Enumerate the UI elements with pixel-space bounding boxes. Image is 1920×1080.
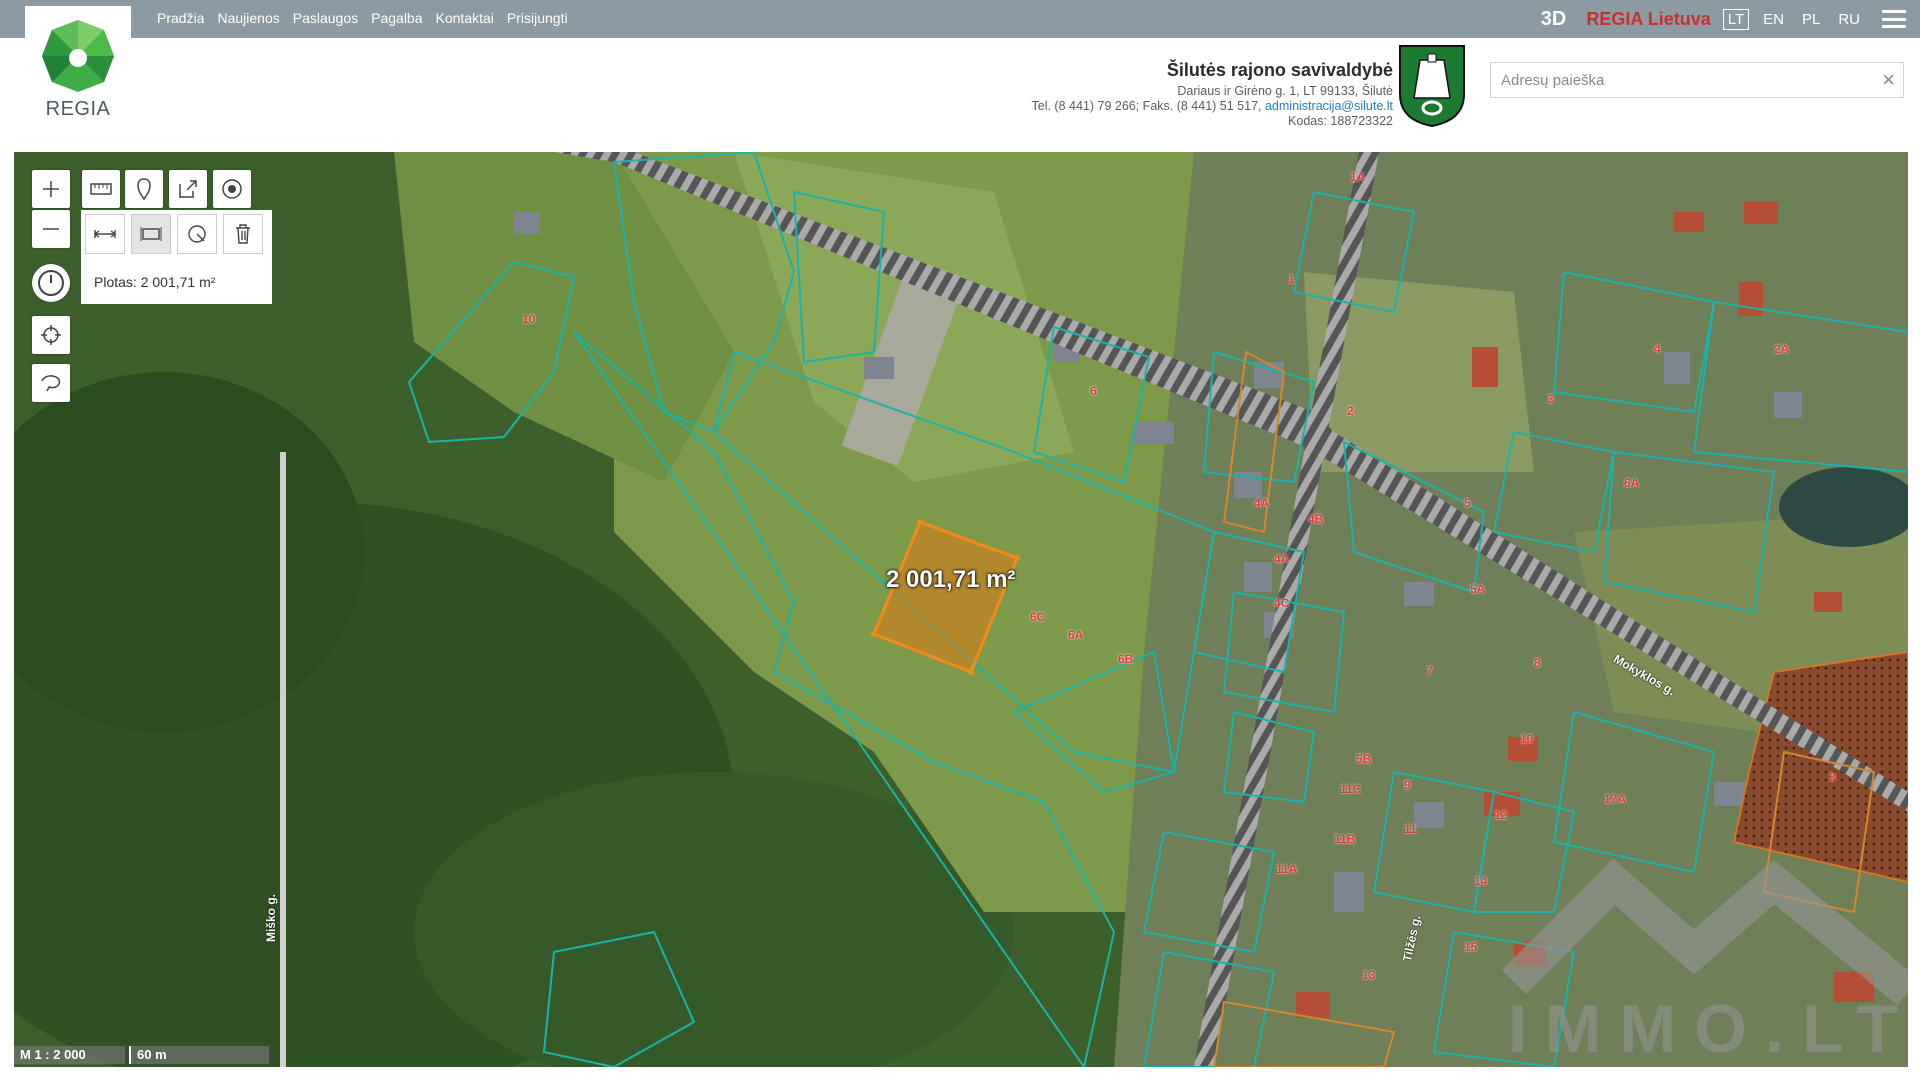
parcel-number: 1 <box>1288 272 1295 286</box>
measure-radius-button[interactable] <box>177 214 217 254</box>
regia-logo-icon <box>42 20 114 92</box>
lang-ru[interactable]: RU <box>1834 10 1864 29</box>
zoom-in-button[interactable] <box>32 170 70 208</box>
3d-button[interactable]: 3D <box>1541 8 1567 31</box>
parcel-number: 10 <box>522 312 536 326</box>
freehand-select-button[interactable] <box>32 364 70 402</box>
clock-icon <box>38 270 64 296</box>
parcel-number: 4A <box>1254 496 1270 510</box>
history-button[interactable] <box>32 264 70 302</box>
share-icon <box>179 180 197 198</box>
address-search: × <box>1490 62 1904 98</box>
street-label: Miško g. <box>264 893 278 942</box>
municipality-name: Šilutės rajono savivaldybė <box>1166 60 1393 80</box>
share-button[interactable] <box>169 170 207 208</box>
ruler-icon <box>90 183 112 195</box>
top-bar: Pradžia Naujienos Paslaugos Pagalba Kont… <box>0 0 1920 38</box>
lang-en[interactable]: EN <box>1759 10 1788 29</box>
parcel-number: 14 <box>1474 874 1488 888</box>
parcel-number: 4C <box>1274 596 1290 610</box>
parcel-number: 12 <box>1494 808 1508 822</box>
lang-pl[interactable]: PL <box>1798 10 1824 29</box>
parcel-number: 7 <box>1426 664 1433 678</box>
target-icon <box>222 179 242 199</box>
parcel-number: 17A <box>1604 792 1627 806</box>
orthophoto-map[interactable] <box>14 152 1908 1067</box>
municipality-info: Šilutės rajono savivaldybė Dariaus ir Gi… <box>1032 58 1394 129</box>
municipality-phones: Tel. (8 441) 79 266; Faks. (8 441) 51 51… <box>1031 99 1262 113</box>
map-pin-icon <box>137 178 151 200</box>
logo-text: REGIA <box>45 98 111 120</box>
zoom-out-button[interactable] <box>32 210 70 248</box>
marker-tool-button[interactable] <box>125 170 163 208</box>
parcel-number: 15 <box>1464 940 1478 954</box>
watermark: IMMO.LT <box>1508 991 1916 1067</box>
measure-distance-button[interactable] <box>85 214 125 254</box>
clear-search-icon[interactable]: × <box>1882 67 1895 93</box>
parcel-number: 2A <box>1774 342 1790 356</box>
nav-kontaktai[interactable]: Kontaktai <box>436 10 494 26</box>
lasso-icon <box>41 375 61 392</box>
crosshair-icon <box>41 325 61 345</box>
parcel-number: 1A <box>1350 170 1366 184</box>
municipality-address: Dariaus ir Girėno g. 1, LT 99133, Šilutė <box>1177 84 1393 98</box>
nav-pradzia[interactable]: Pradžia <box>157 10 204 26</box>
municipality-email-link[interactable]: administracija@silute.lt <box>1265 99 1393 113</box>
nav-prisijungti[interactable]: Prisijungti <box>507 10 568 26</box>
area-icon <box>140 227 162 241</box>
hamburger-menu-icon[interactable] <box>1882 10 1906 28</box>
measured-area-label: 2 001,71 m² <box>886 566 1016 593</box>
parcel-number: 5B <box>1356 752 1372 766</box>
distance-icon <box>93 230 117 238</box>
regia-lietuva-link[interactable]: REGIA Lietuva <box>1586 9 1710 30</box>
scale-length: 60 m <box>129 1046 269 1064</box>
radius-icon <box>188 225 206 243</box>
top-right-controls: 3D REGIA Lietuva LT EN PL RU <box>1541 0 1920 38</box>
parcel-number: 6B <box>1118 652 1134 666</box>
scale-ratio: M 1 : 2 000 <box>14 1046 125 1064</box>
nav-paslaugos[interactable]: Paslaugos <box>293 10 358 26</box>
measure-result: Plotas: 2 001,71 m² <box>94 274 216 290</box>
map-view[interactable]: 1A 1 10 6 2 3 4 5 6C 6A 6B 5A 7 8 9 10 1… <box>14 152 1908 1067</box>
parcel-number: 8 <box>1534 656 1541 670</box>
nav-naujienos[interactable]: Naujienos <box>217 10 279 26</box>
address-search-input[interactable] <box>1491 63 1871 97</box>
measure-tool-button[interactable] <box>82 170 120 208</box>
parcel-number: 4 <box>1654 342 1661 356</box>
parcel-number: 11A <box>1276 862 1298 876</box>
municipality-crest-icon <box>1399 45 1465 128</box>
parcel-number: 11C <box>1340 782 1362 796</box>
parcel-number: 6C <box>1030 610 1046 624</box>
clear-measure-button[interactable] <box>223 214 263 254</box>
scale-bar: M 1 : 2 000 60 m <box>14 1046 269 1064</box>
parcel-number: 3 <box>1547 392 1554 406</box>
parcel-number: 4B <box>1308 512 1324 526</box>
nav-pagalba[interactable]: Pagalba <box>371 10 422 26</box>
lang-lt[interactable]: LT <box>1722 8 1750 30</box>
trash-icon <box>236 224 250 244</box>
measure-area-button[interactable] <box>131 214 171 254</box>
parcel-number: 11B <box>1334 832 1356 846</box>
locate-button[interactable] <box>32 316 70 354</box>
regia-logo[interactable]: REGIA <box>25 6 131 126</box>
parcel-number: 2 <box>1347 404 1354 418</box>
parcel-number: 5A <box>1470 582 1486 596</box>
minus-icon <box>43 228 59 230</box>
point-tool-button[interactable] <box>213 170 251 208</box>
parcel-number: 9 <box>1404 778 1411 792</box>
parcel-number: 4A <box>1274 552 1290 566</box>
parcel-number: 6 <box>1090 384 1097 398</box>
municipality-code: Kodas: 188723322 <box>1288 114 1393 128</box>
parcel-number: 3 <box>1829 770 1836 784</box>
parcel-number: 11 <box>1404 822 1417 836</box>
parcel-number: 6A <box>1068 628 1084 642</box>
main-nav: Pradžia Naujienos Paslaugos Pagalba Kont… <box>157 10 568 26</box>
parcel-number: 6A <box>1624 476 1640 490</box>
parcel-number: 10 <box>1520 732 1534 746</box>
plus-icon <box>43 181 59 197</box>
parcel-number: 13 <box>1362 968 1376 982</box>
parcel-number: 5 <box>1464 496 1471 510</box>
